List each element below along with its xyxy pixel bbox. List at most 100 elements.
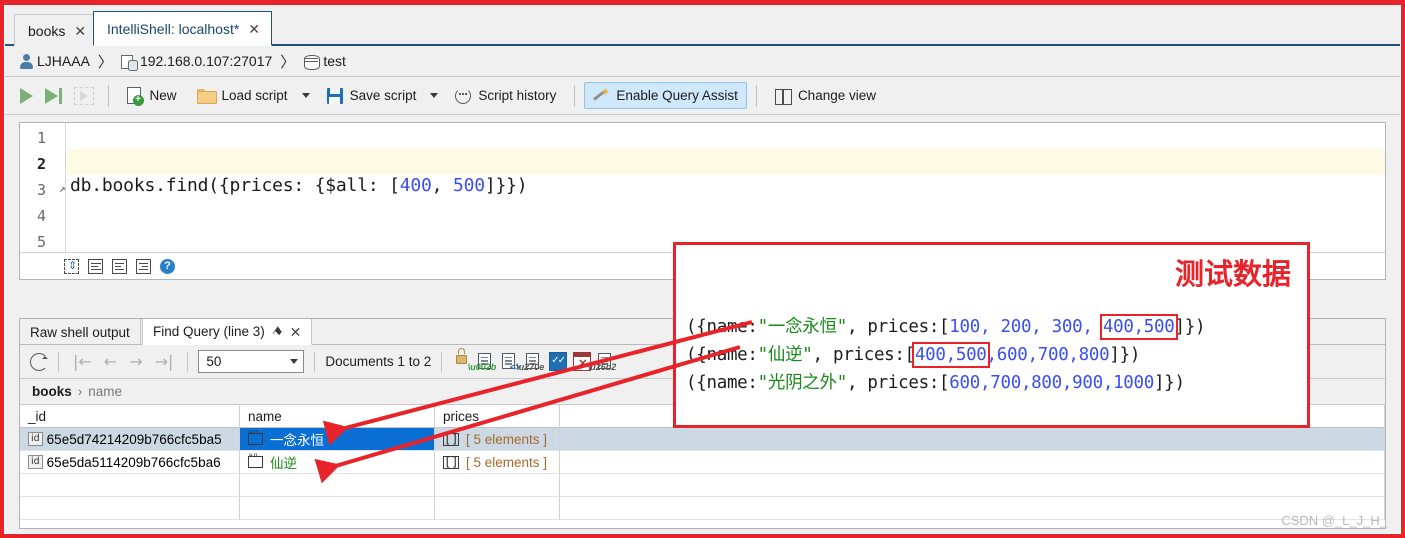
step-button[interactable] <box>69 84 99 108</box>
load-script-button[interactable]: Load script <box>188 82 297 109</box>
cell-filler <box>560 451 1385 474</box>
watermark-text: CSDN @_L_J_H_ <box>1281 513 1387 528</box>
step-play-icon <box>73 86 94 105</box>
first-page-icon[interactable]: |← <box>69 352 96 371</box>
new-script-button[interactable]: New <box>118 82 186 109</box>
annotation-name-value: "仙逆" <box>757 345 813 365</box>
annotation-prefix: ({name: <box>686 373 758 393</box>
line-number: 4 <box>36 207 46 225</box>
annotation-callout-box: 测试数据 ({name:"一念永恒", prices:[100, 200, 30… <box>673 242 1310 428</box>
tab-intellishell-label: IntelliShell: localhost* <box>107 20 240 37</box>
code-number-500: 500 <box>452 175 485 196</box>
align-lines-icon[interactable] <box>88 258 103 274</box>
document-range-label: Documents 1 to 2 <box>325 354 432 369</box>
result-breadcrumb-collection[interactable]: books <box>32 384 72 399</box>
annotation-line: ({name:"一念永恒", prices:[100, 200, 300, 40… <box>686 313 1206 340</box>
line-number: 3 <box>36 181 46 199</box>
annotation-prices-key: , prices:[ <box>846 317 950 337</box>
cell-prices-value: [ 5 elements ] <box>466 431 548 447</box>
chevron-down-icon <box>290 359 299 364</box>
cell-prices[interactable]: [] [ 5 elements ] <box>435 451 560 474</box>
page-size-value: 50 <box>206 354 222 369</box>
load-script-label: Load script <box>221 88 288 103</box>
help-icon[interactable]: ? <box>160 258 175 274</box>
cell-prices[interactable]: [] [ 5 elements ] <box>435 428 560 451</box>
breadcrumb-database[interactable]: test <box>323 53 346 69</box>
tab-find-query-label: Find Query (line 3) <box>153 324 265 339</box>
tab-raw-shell-output-label: Raw shell output <box>30 324 130 340</box>
save-script-dropdown-icon[interactable] <box>430 93 439 98</box>
format-code-icon[interactable] <box>64 258 79 274</box>
cell-id-value: 65e5d74214209b766cfc5ba5 <box>46 431 222 447</box>
close-icon[interactable]: ✕ <box>74 24 86 38</box>
editor-code-line[interactable]: db.books.find({prices: {$all: [400, 500]… <box>70 175 528 196</box>
play-icon <box>20 87 33 104</box>
user-icon <box>19 53 33 69</box>
close-icon[interactable]: ✕ <box>290 325 302 339</box>
change-view-button[interactable]: Change view <box>766 82 885 109</box>
breadcrumb-server[interactable]: 192.168.0.107:27017 <box>140 53 272 69</box>
annotation-suffix: ]}) <box>1174 317 1206 337</box>
toolbar-divider <box>187 351 189 372</box>
indent-right-icon[interactable] <box>112 258 127 274</box>
run-all-button[interactable] <box>15 85 38 107</box>
apply-changes-icon[interactable] <box>549 352 568 371</box>
previous-page-icon[interactable]: ← <box>100 352 121 371</box>
cell-filler <box>560 428 1385 451</box>
current-line-highlight <box>67 149 1385 175</box>
cell-name-value: 一念永恒 <box>270 433 324 448</box>
annotation-line: ({name:"仙逆", prices:[400,500,600,700,800… <box>686 341 1140 368</box>
cell-id[interactable]: id 65e5da5114209b766cfc5ba6 <box>20 451 240 474</box>
code-separator: , <box>431 175 453 196</box>
pin-icon[interactable]: ⚑ <box>269 323 286 341</box>
table-row[interactable]: id 65e5da5114209b766cfc5ba6 仙逆 [] [ 5 el… <box>20 451 1385 474</box>
cell-id[interactable]: id 65e5d74214209b766cfc5ba5 <box>20 428 240 451</box>
column-header-prices[interactable]: prices <box>435 405 560 428</box>
string-type-icon <box>248 452 263 468</box>
history-icon <box>455 87 472 104</box>
enable-query-assist-button[interactable]: Enable Query Assist <box>584 82 747 109</box>
magic-wand-icon <box>593 85 610 104</box>
database-icon <box>303 54 321 70</box>
next-page-icon[interactable]: → <box>125 352 146 371</box>
find-document-icon[interactable]: \u26b2 <box>588 352 616 372</box>
save-script-button[interactable]: Save script <box>318 82 426 109</box>
cell-name[interactable]: 仙逆 <box>240 451 435 474</box>
result-breadcrumb-field[interactable]: name <box>88 384 122 399</box>
array-type-icon: [] <box>443 454 459 469</box>
refresh-icon[interactable] <box>30 352 48 371</box>
annotation-numbers: 100, 200, 300, <box>949 317 1103 337</box>
cell-name[interactable]: 一念永恒 <box>240 428 435 451</box>
chevron-right-icon: › <box>77 384 83 399</box>
last-page-icon[interactable]: →| <box>151 352 178 371</box>
tab-find-query[interactable]: Find Query (line 3) ⚑ ✕ <box>142 319 313 345</box>
toolbar-divider <box>107 84 109 107</box>
fold-marker-icon[interactable]: ↗ <box>59 182 66 195</box>
toolbar-divider <box>441 351 443 372</box>
array-type-icon: [] <box>443 431 459 446</box>
indent-left-icon[interactable] <box>136 258 151 274</box>
cell-id-value: 65e5da5114209b766cfc5ba6 <box>46 454 221 470</box>
code-suffix: ]}}) <box>484 175 528 196</box>
load-script-dropdown-icon[interactable] <box>301 93 310 98</box>
page-size-select[interactable]: 50 <box>198 350 305 373</box>
grid-empty-row <box>20 497 1385 520</box>
insert-document-icon[interactable]: \u002b <box>468 352 496 372</box>
shell-toolbar: New Load script Save script Script histo… <box>5 77 1400 115</box>
tab-raw-shell-output[interactable]: Raw shell output <box>20 319 141 345</box>
breadcrumb-user[interactable]: LJHAAA <box>37 53 90 69</box>
save-script-label: Save script <box>349 88 417 103</box>
connection-breadcrumb: LJHAAA 〉 192.168.0.107:27017 〉 test <box>5 46 1400 77</box>
close-icon[interactable]: ✕ <box>248 22 260 36</box>
column-header-name[interactable]: name <box>240 405 435 428</box>
edit-document-icon[interactable]: \u270e <box>516 352 544 372</box>
table-row[interactable]: id 65e5d74214209b766cfc5ba5 一念永恒 [] [ 5 … <box>20 428 1385 451</box>
script-history-button[interactable]: Script history <box>446 82 565 109</box>
line-number: 1 <box>36 129 46 147</box>
tab-intellishell[interactable]: IntelliShell: localhost* ✕ <box>93 11 273 46</box>
folder-icon <box>196 88 217 104</box>
annotation-prefix: ({name: <box>686 345 758 365</box>
column-header-id[interactable]: _id <box>20 405 240 428</box>
tab-books[interactable]: books ✕ <box>14 14 99 46</box>
run-to-cursor-button[interactable] <box>40 85 67 107</box>
